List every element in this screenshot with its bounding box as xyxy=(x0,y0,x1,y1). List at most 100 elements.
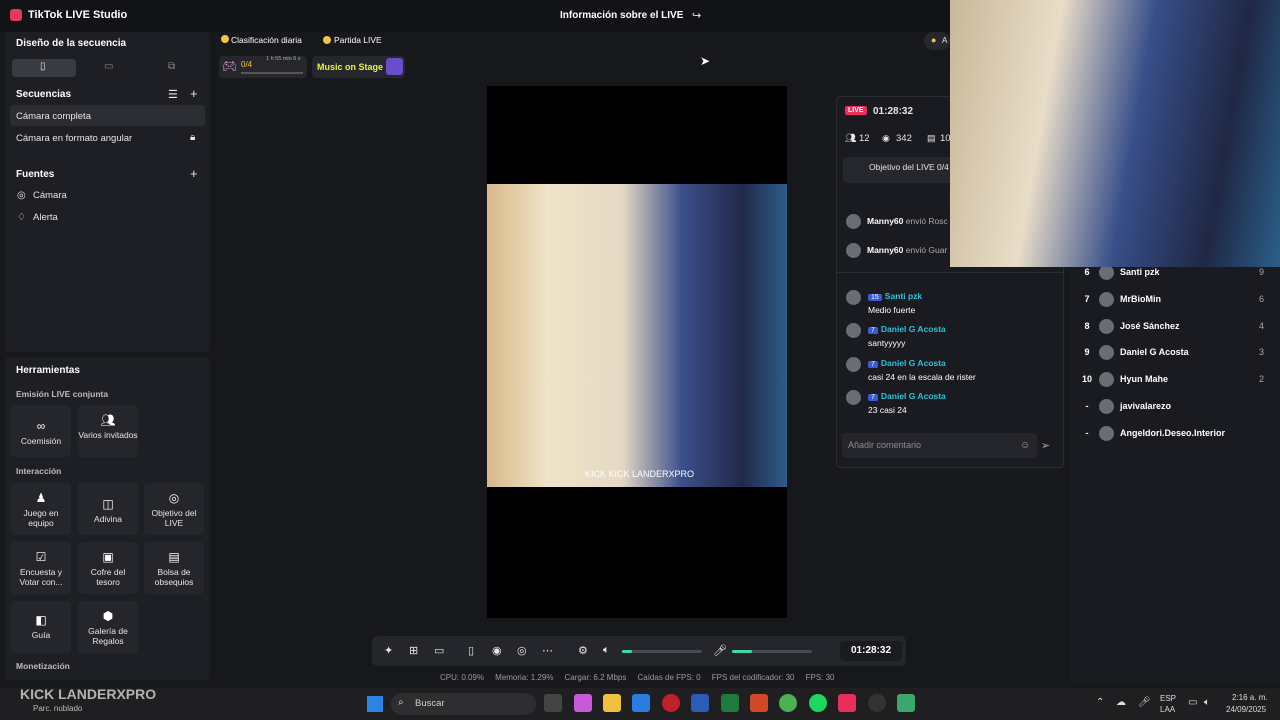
multi-guest-button[interactable]: 👥︎ Varios invitados xyxy=(78,405,138,457)
microphone-icon[interactable]: 🎤︎ xyxy=(1138,697,1151,708)
screen-icon[interactable]: ▭ xyxy=(434,644,444,657)
eye-icon: ◉ xyxy=(882,133,890,143)
rank-name: Hyun Mahe xyxy=(1120,374,1169,385)
divider xyxy=(836,272,1064,273)
camera-toggle-icon[interactable]: ◎ xyxy=(517,644,527,657)
word-icon[interactable] xyxy=(691,694,709,712)
book-icon: ◧ xyxy=(35,613,47,627)
source-alert[interactable]: Alerta xyxy=(33,212,58,223)
daily-ranking-chip[interactable]: Clasificación diaria xyxy=(219,32,310,48)
emoji-icon[interactable]: ☺ xyxy=(1020,440,1030,451)
ranking-row[interactable]: - Angeldori.Deseo.Interior xyxy=(1078,425,1268,446)
gift-bag-label: Bolsa de obsequios xyxy=(154,567,194,587)
gift-gallery-label: Galería de Regalos xyxy=(88,626,128,646)
lightbulb-icon: ● xyxy=(931,35,937,45)
microphone-icon[interactable]: 🎤︎ xyxy=(713,644,727,657)
target-icon: ◎ xyxy=(168,491,180,505)
avatar xyxy=(846,243,861,258)
obs-icon[interactable] xyxy=(868,694,886,712)
performance-stats: CPU: 0.09% Memoria: 1.29% Cargar: 6.2 Mb… xyxy=(440,673,835,682)
guide-button[interactable]: ◧ Guía xyxy=(11,601,71,653)
stream-watermark: KICK KICK LANDERXPRO xyxy=(585,469,695,479)
opera-icon[interactable] xyxy=(662,694,680,712)
gamepad-icon: 🎮︎ xyxy=(222,59,238,73)
ranking-row[interactable]: 8 José Sánchez 4 xyxy=(1078,318,1268,339)
treasure-chest-button[interactable]: ▣ Cofre del tesoro xyxy=(78,542,138,594)
settings-sliders-icon[interactable]: ⚙ xyxy=(578,644,588,657)
checkbox-icon: ☑ xyxy=(35,550,47,564)
weather-text[interactable]: Parc. nublado xyxy=(33,704,82,713)
gallery-icon: ⬢ xyxy=(102,609,114,623)
gift-gallery-button[interactable]: ⬢ Galería de Regalos xyxy=(78,601,138,653)
phone-icon[interactable]: ▯ xyxy=(468,644,474,657)
live-info-title[interactable]: Información sobre el LIVE xyxy=(560,10,683,21)
ranking-row[interactable]: 10 Hyun Mahe 2 xyxy=(1078,372,1268,392)
avatar xyxy=(1099,372,1114,388)
search-placeholder: Buscar xyxy=(415,698,445,709)
share-icon[interactable]: ↪ xyxy=(692,9,701,22)
guess-button[interactable]: ◫ Adivina xyxy=(78,483,138,535)
send-icon[interactable]: ➢ xyxy=(1041,439,1050,452)
stream-timer: 01:28:32 xyxy=(840,641,902,661)
powerpoint-icon[interactable] xyxy=(750,694,768,712)
network-icon[interactable]: ▭ xyxy=(1188,697,1197,708)
magic-wand-icon[interactable]: ✦ xyxy=(384,644,393,657)
add-source-icon[interactable]: + xyxy=(190,166,198,181)
spotify-icon[interactable] xyxy=(809,694,827,712)
copilot-icon[interactable] xyxy=(574,694,592,712)
guess-label: Adivina xyxy=(94,514,122,524)
keyboard-layout[interactable]: LAA xyxy=(1160,705,1175,714)
avatar xyxy=(846,390,861,405)
task-view-icon[interactable] xyxy=(544,694,562,712)
ranking-row[interactable]: 6 Santi pzk 9 xyxy=(1078,265,1268,285)
rank-name: José Sánchez xyxy=(1120,320,1180,331)
chat-message: 15 Santi pzk xyxy=(868,291,922,301)
rank-number: 6 xyxy=(1084,267,1090,277)
file-explorer-icon[interactable] xyxy=(603,694,621,712)
more-icon[interactable]: ⋯ xyxy=(542,644,553,657)
chrome-icon[interactable] xyxy=(779,694,797,712)
cohost-button[interactable]: ∞ Coemisión xyxy=(11,405,71,457)
record-icon[interactable]: ◉ xyxy=(492,644,502,657)
clock-date[interactable]: 24/09/2025 xyxy=(1226,705,1266,714)
goal-progress: 0/4 xyxy=(241,60,253,69)
webcam-overlay xyxy=(950,0,1280,267)
windows-start-icon[interactable] xyxy=(367,696,383,712)
speaker-icon[interactable]: 🔈︎ xyxy=(603,644,610,657)
cpu-stat: CPU: 0.09% xyxy=(440,673,485,682)
cloud-icon[interactable]: ☁ xyxy=(1116,697,1126,708)
live-match-chip[interactable]: Partida LIVE xyxy=(322,32,390,48)
chevron-up-icon[interactable]: ⌃ xyxy=(1096,697,1104,708)
sequence-item-angular[interactable]: Cámara en formato angular xyxy=(16,133,132,144)
add-source-icon[interactable]: ⊞ xyxy=(409,644,418,657)
team-game-button[interactable]: ♟ Juego en equipo xyxy=(11,483,71,535)
tiktok-live-studio-icon[interactable] xyxy=(838,694,856,712)
taskbar-search[interactable]: Buscar xyxy=(391,693,536,715)
volume-icon[interactable]: 🔈︎ xyxy=(1204,697,1210,708)
ranking-row[interactable]: - javivalarezo xyxy=(1078,399,1268,419)
add-sequence-icon[interactable]: + xyxy=(190,86,198,101)
store-icon[interactable] xyxy=(632,694,650,712)
avatar xyxy=(1099,265,1114,280)
language-code[interactable]: ESP xyxy=(1160,694,1176,703)
clock-time[interactable]: 2:16 a. m. xyxy=(1232,693,1268,702)
music-on-stage-label: Music on Stage xyxy=(317,62,384,72)
rank-number: 7 xyxy=(1084,293,1090,304)
ranking-row[interactable]: 9 Daniel G Acosta 3 xyxy=(1078,345,1268,365)
ranking-row[interactable]: 7 MrBioMin 6 xyxy=(1078,291,1268,312)
goal-time-left: 1 h 55 min 6 s xyxy=(266,56,301,62)
list-icon[interactable]: ☰ xyxy=(168,88,178,101)
live-goal-button[interactable]: ◎ Objetivo del LIVE xyxy=(144,483,204,535)
design-title: Diseño de la secuencia xyxy=(16,38,127,49)
live-badge: LIVE xyxy=(845,106,867,115)
gift-bag-button[interactable]: ▤ Bolsa de obsequios xyxy=(144,542,204,594)
excel-icon[interactable] xyxy=(721,694,739,712)
volume-slider[interactable] xyxy=(622,650,702,653)
chat-message: 7 Daniel G Acosta xyxy=(868,324,946,334)
app-icon[interactable] xyxy=(897,694,915,712)
poll-button[interactable]: ☑ Encuesta y Votar con... xyxy=(11,542,71,594)
volume-fill xyxy=(622,650,632,653)
source-camera[interactable]: Cámara xyxy=(33,190,67,201)
live-duration: 01:28:32 xyxy=(873,106,914,117)
chat-text: santyyyyy xyxy=(868,338,906,348)
